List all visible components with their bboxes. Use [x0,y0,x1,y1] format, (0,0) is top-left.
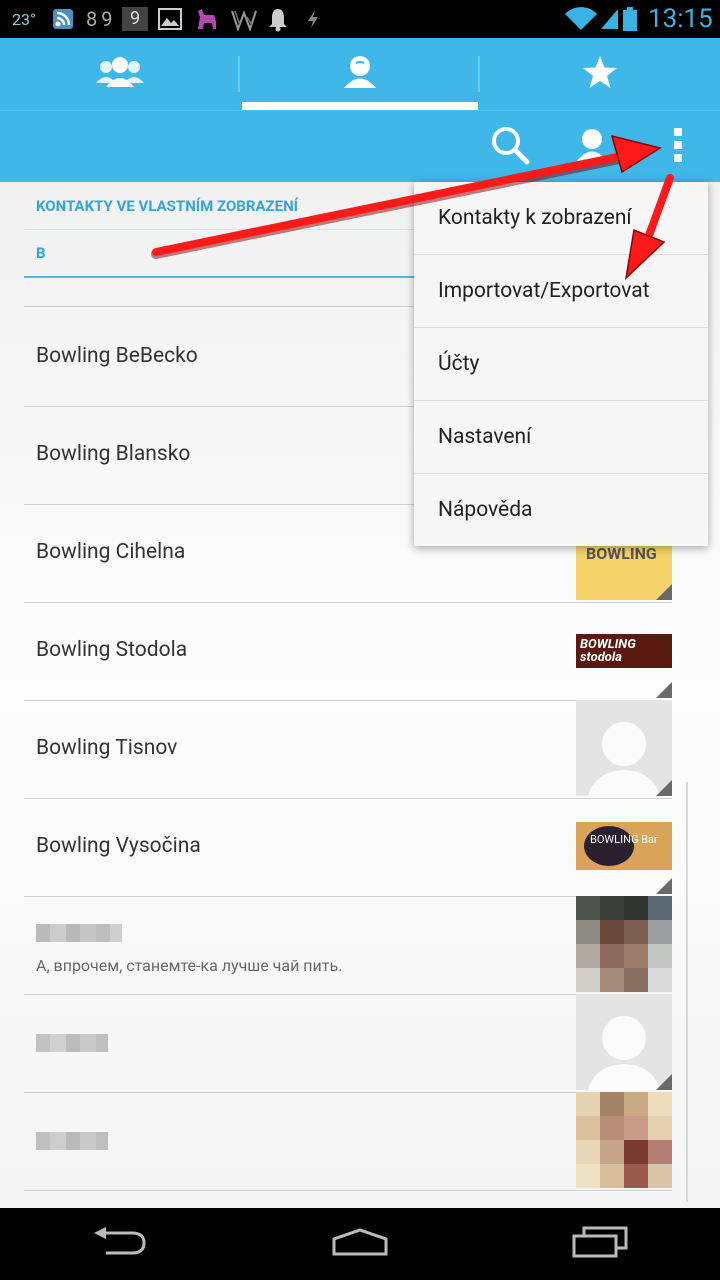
action-bar [0,110,720,183]
add-contact-icon [577,128,611,166]
add-contact-button[interactable] [558,111,630,183]
counter-value: 89 [86,7,117,31]
default-contact-photo[interactable] [576,994,672,1090]
app-icon [230,0,258,38]
badge-number: 9 [122,7,148,31]
recent-apps-icon [572,1226,628,1262]
temperature-text: 23° [12,9,36,29]
back-button[interactable] [60,1208,180,1280]
bolt-icon [306,0,320,38]
home-button[interactable] [300,1208,420,1280]
menu-item-label: Nápověda [438,498,533,522]
menu-item-import-export[interactable]: Importovat/Exportovat [414,255,708,328]
scrollbar[interactable] [686,782,688,1202]
avatar-head [602,722,646,766]
menu-item-label: Kontakty k zobrazení [438,206,632,230]
selected-tab-indicator [242,102,478,110]
search-icon [490,125,530,169]
quick-contact-corner [656,1074,672,1090]
menu-item-label: Nastavení [438,425,532,449]
overflow-menu-icon [673,128,683,166]
avatar-body [588,770,660,796]
menu-item-settings[interactable]: Nastavení [414,401,708,474]
tab-favorites[interactable] [480,38,720,110]
blurred-contact-name [36,1034,108,1052]
contact-row[interactable]: Bowling Stodola BOWLING stodola [24,602,672,701]
person-icon [343,55,377,93]
contact-status: А, впрочем, станемте-ка лучше чай пить. [36,956,343,975]
back-icon [92,1227,148,1261]
people-icon [95,55,145,93]
blurred-contact-name [36,924,122,942]
rss-icon [52,0,74,38]
clock: 13:15 [648,0,713,38]
contact-name: Bowling Stodola [36,638,188,662]
clock-text: 13:15 [648,4,713,34]
contact-photo[interactable]: BOWLING stodola [576,602,672,698]
search-button[interactable] [474,111,546,183]
avatar-head [602,1016,646,1060]
wifi-icon [564,0,598,38]
contact-name: Bowling Vysočina [36,834,201,858]
overflow-menu: Kontakty k zobrazení Importovat/Exportov… [414,182,708,546]
signal-icon [600,0,620,38]
photo-logo-text: BOWLING stodola [580,637,636,665]
navigation-bar [0,1208,720,1280]
blurred-contact-name [36,1132,108,1150]
contact-row[interactable]: А, впрочем, станемте-ка лучше чай пить. [24,896,672,995]
quick-contact-corner [656,878,672,894]
status-bar: 23° 89 9 13:15 [0,0,720,38]
star-icon [582,55,618,93]
menu-item-label: Importovat/Exportovat [438,279,650,303]
contact-row[interactable]: Bowling Tisnov [24,700,672,799]
photo-logo-text: BOWLING [586,544,657,563]
home-icon [331,1227,389,1261]
overflow-menu-button[interactable] [654,111,702,183]
photo-logo-text: BOWLING Bar [590,833,658,846]
menu-item-label: Účty [438,352,480,376]
filter-header-text: KONTAKTY VE VLASTNÍM ZOBRAZENÍ [36,196,299,215]
default-contact-photo[interactable] [576,700,672,796]
contact-row[interactable] [24,1092,672,1191]
badge-icon: 9 [122,0,148,38]
contact-photo[interactable]: BOWLING Bar [576,798,672,894]
llama-icon [194,0,220,38]
contact-name: Bowling BeBecko [36,344,198,368]
quick-contact-corner [656,682,672,698]
gallery-icon [158,0,182,38]
menu-item-accounts[interactable]: Účty [414,328,708,401]
tab-groups[interactable] [0,38,240,110]
menu-item-help[interactable]: Nápověda [414,474,708,546]
contact-row[interactable]: Bowling Vysočina BOWLING Bar [24,798,672,897]
tab-contacts[interactable] [240,38,480,110]
menu-item-contacts-to-display[interactable]: Kontakty k zobrazení [414,182,708,255]
recent-apps-button[interactable] [540,1208,660,1280]
quick-contact-corner [656,584,672,600]
contact-name: Bowling Blansko [36,442,191,466]
contact-photo[interactable] [576,1092,672,1188]
section-letter: B [36,244,46,262]
notification-bell-icon [266,0,290,38]
battery-icon [622,0,638,38]
avatar-body [588,1064,660,1090]
contact-name: Bowling Cihelna [36,540,186,564]
quick-contact-corner [656,780,672,796]
counter-text: 89 [86,0,116,38]
contact-name: Bowling Tisnov [36,736,178,760]
tab-bar [0,38,720,110]
contact-photo[interactable] [576,896,672,992]
weather-temperature: 23° [12,0,36,38]
contact-row[interactable] [24,994,672,1093]
